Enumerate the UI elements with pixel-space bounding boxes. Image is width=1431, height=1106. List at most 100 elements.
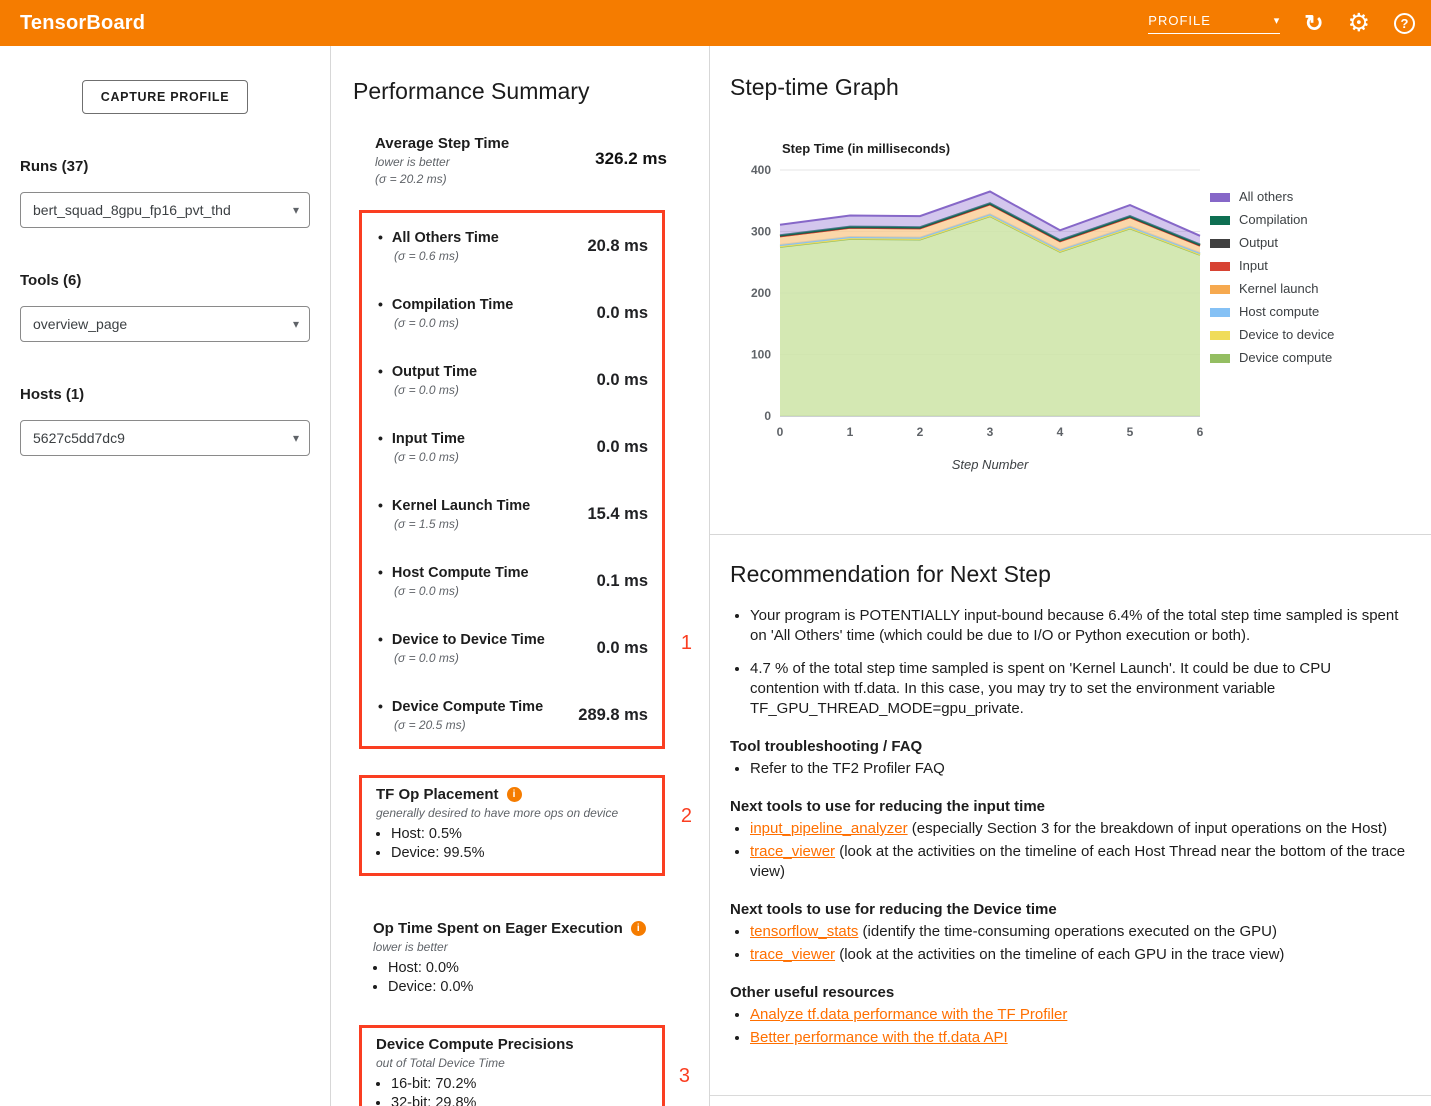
metric-value: 0.1 ms [597, 572, 648, 598]
info-icon[interactable]: i [507, 787, 522, 802]
device-compute-precisions-note: out of Total Device Time [376, 1056, 650, 1070]
legend-label: Host compute [1239, 305, 1319, 319]
dashboard-selector-value: PROFILE [1148, 13, 1211, 28]
legend-item: All others [1210, 190, 1334, 204]
device-compute-precisions-title: Device Compute Precisions [376, 1036, 574, 1053]
stat-item: 16-bit: 70.2% [391, 1075, 650, 1094]
metric-value: 15.4 ms [587, 505, 648, 531]
section-item: trace_viewer (look at the activities on … [750, 842, 1407, 882]
chart-title: Step Time (in milliseconds) [782, 141, 1407, 156]
section-heading: Tool troubleshooting / FAQ [730, 738, 1407, 755]
legend-item: Host compute [1210, 305, 1334, 319]
step-time-graph-card: Step-time Graph Step Time (in millisecon… [710, 46, 1431, 535]
link[interactable]: trace_viewer [750, 946, 835, 963]
info-icon[interactable]: i [631, 921, 646, 936]
legend-swatch [1210, 308, 1230, 317]
chevron-down-icon: ▾ [293, 431, 299, 445]
recommendation-section: Tool troubleshooting / FAQ Refer to the … [730, 738, 1407, 779]
recommendation-sections: Tool troubleshooting / FAQ Refer to the … [730, 738, 1407, 1048]
top-bar: TensorBoard PROFILE ▾ ↻ ⚙ ? [0, 0, 1431, 46]
stat-item: 32-bit: 29.8% [391, 1094, 650, 1106]
recommendation-bullets: Your program is POTENTIALLY input-bound … [750, 606, 1407, 719]
link[interactable]: trace_viewer [750, 843, 835, 860]
link[interactable]: Better performance with the tf.data API [750, 1029, 1008, 1046]
svg-text:5: 5 [1127, 425, 1134, 439]
section-heading: Next tools to use for reducing the input… [730, 798, 1407, 815]
legend-swatch [1210, 285, 1230, 294]
legend-swatch [1210, 216, 1230, 225]
tf-op-placement-title: TF Op Placement [376, 786, 499, 803]
tools-label: Tools (6) [20, 272, 310, 289]
legend-label: All others [1239, 190, 1293, 204]
refresh-button[interactable]: ↻ [1304, 8, 1323, 38]
eager-execution-title: Op Time Spent on Eager Execution [373, 920, 623, 937]
app-title: TensorBoard [20, 12, 145, 35]
link[interactable]: Analyze tf.data performance with the TF … [750, 1006, 1067, 1023]
metrics-list: •All Others Time (σ = 0.6 ms) 20.8 ms •C… [359, 210, 665, 749]
metric-value: 0.0 ms [597, 371, 648, 397]
step-time-graph-title: Step-time Graph [730, 74, 1407, 101]
annotation-number-2: 2 [681, 805, 692, 828]
tools-select-value: overview_page [33, 316, 127, 332]
runs-select-value: bert_squad_8gpu_fp16_pvt_thd [33, 202, 231, 218]
hosts-label: Hosts (1) [20, 386, 310, 403]
metric-value: 20.8 ms [587, 237, 648, 263]
tools-select[interactable]: overview_page ▾ [20, 306, 310, 342]
chart-legend: All others Compilation Output Input Kern… [1210, 190, 1334, 374]
legend-label: Compilation [1239, 213, 1308, 227]
legend-swatch [1210, 193, 1230, 202]
recommendation-bullet: 4.7 % of the total step time sampled is … [750, 659, 1400, 719]
dashboard-selector[interactable]: PROFILE ▾ [1148, 13, 1280, 34]
recommendation-section: Next tools to use for reducing the Devic… [730, 901, 1407, 965]
legend-item: Device to device [1210, 328, 1334, 342]
gear-icon: ⚙ [1348, 11, 1370, 36]
tf-op-placement-note: generally desired to have more ops on de… [376, 806, 650, 820]
refresh-icon: ↻ [1304, 12, 1323, 35]
section-item-text: Refer to the TF2 Profiler FAQ [750, 760, 945, 777]
average-step-time-label: Average Step Time [375, 135, 509, 152]
metric-value: 289.8 ms [578, 706, 648, 732]
help-button[interactable]: ? [1394, 8, 1415, 38]
recommendation-section: Other useful resources Analyze tf.data p… [730, 984, 1407, 1048]
hosts-select-value: 5627c5dd7dc9 [33, 430, 125, 446]
svg-text:0: 0 [777, 425, 784, 439]
legend-item: Device compute [1210, 351, 1334, 365]
metric-value: 0.0 ms [597, 639, 648, 665]
performance-summary-title: Performance Summary [353, 78, 693, 105]
section-item-text: (look at the activities on the timeline … [750, 843, 1405, 880]
runs-select[interactable]: bert_squad_8gpu_fp16_pvt_thd ▾ [20, 192, 310, 228]
svg-text:1: 1 [847, 425, 854, 439]
metric-row: •Compilation Time (σ = 0.0 ms) 0.0 ms [378, 296, 648, 363]
eager-execution: Op Time Spent on Eager Execution i lower… [373, 912, 679, 1007]
settings-button[interactable]: ⚙ [1348, 8, 1370, 38]
sidebar: CAPTURE PROFILE Runs (37) bert_squad_8gp… [0, 46, 331, 1106]
metric-row: •Input Time (σ = 0.0 ms) 0.0 ms [378, 430, 648, 497]
section-heading: Next tools to use for reducing the Devic… [730, 901, 1407, 918]
average-step-time: Average Step Time lower is better (σ = 2… [375, 135, 667, 186]
section-item: Analyze tf.data performance with the TF … [750, 1005, 1407, 1025]
step-time-chart: 01002003004000123456 [730, 162, 1210, 446]
stat-item: Host: 0.5% [391, 825, 650, 844]
hosts-select[interactable]: 5627c5dd7dc9 ▾ [20, 420, 310, 456]
legend-label: Input [1239, 259, 1268, 273]
section-item: Better performance with the tf.data API [750, 1028, 1407, 1048]
section-item-text: (look at the activities on the timeline … [835, 946, 1284, 963]
section-item: trace_viewer (look at the activities on … [750, 945, 1407, 965]
average-step-time-value: 326.2 ms [595, 149, 667, 186]
tf-op-placement-items: Host: 0.5%Device: 99.5% [376, 825, 650, 863]
annotation-box-2: TF Op Placement i generally desired to h… [359, 775, 665, 876]
svg-text:100: 100 [751, 348, 771, 362]
section-item-text: (identify the time-consuming operations … [858, 923, 1277, 940]
link[interactable]: tensorflow_stats [750, 923, 858, 940]
metric-row: •Device to Device Time (σ = 0.0 ms) 0.0 … [378, 631, 648, 698]
svg-text:0: 0 [764, 409, 771, 423]
stat-item: Device: 0.0% [388, 978, 667, 997]
svg-text:2: 2 [917, 425, 924, 439]
link[interactable]: input_pipeline_analyzer [750, 820, 908, 837]
svg-text:300: 300 [751, 225, 771, 239]
capture-profile-button[interactable]: CAPTURE PROFILE [82, 80, 249, 114]
x-axis-title: Step Number [780, 457, 1200, 472]
section-item: input_pipeline_analyzer (especially Sect… [750, 819, 1407, 839]
svg-text:6: 6 [1197, 425, 1204, 439]
svg-text:4: 4 [1057, 425, 1064, 439]
